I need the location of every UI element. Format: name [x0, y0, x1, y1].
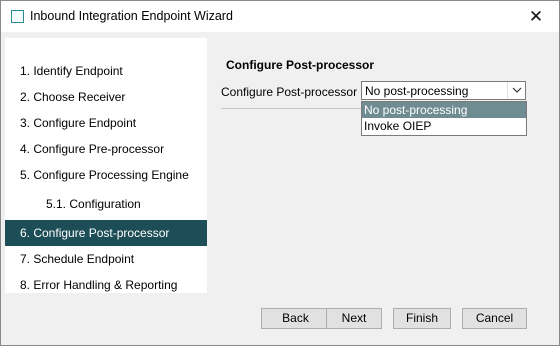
step-configuration[interactable]: 5.1. Configuration	[5, 191, 207, 217]
app-icon	[11, 10, 24, 23]
wizard-window: Inbound Integration Endpoint Wizard ✕ 1.…	[0, 0, 560, 346]
finish-button[interactable]: Finish	[393, 308, 451, 329]
back-button[interactable]: Back	[261, 308, 330, 329]
divider	[221, 108, 361, 109]
post-processor-select[interactable]: No post-processing	[361, 81, 526, 100]
post-processor-options: No post-processing Invoke OIEP	[361, 101, 527, 136]
step-identify-endpoint[interactable]: 1. Identify Endpoint	[5, 58, 207, 84]
close-icon[interactable]: ✕	[513, 1, 559, 32]
window-title: Inbound Integration Endpoint Wizard	[30, 9, 233, 23]
step-choose-receiver[interactable]: 2. Choose Receiver	[5, 84, 207, 110]
post-processor-label: Configure Post-processor	[221, 85, 358, 99]
step-content: Configure Post-processor Configure Post-…	[213, 38, 553, 293]
post-processor-select-value: No post-processing	[365, 84, 469, 98]
step-configure-pre-processor[interactable]: 4. Configure Pre-processor	[5, 136, 207, 162]
option-invoke-oiep[interactable]: Invoke OIEP	[362, 118, 526, 134]
wizard-body: 1. Identify Endpoint 2. Choose Receiver …	[1, 32, 559, 345]
step-schedule-endpoint[interactable]: 7. Schedule Endpoint	[5, 246, 207, 272]
cancel-button[interactable]: Cancel	[462, 308, 527, 329]
page-title: Configure Post-processor	[226, 58, 375, 72]
next-button[interactable]: Next	[326, 308, 382, 329]
option-no-post-processing[interactable]: No post-processing	[362, 102, 526, 118]
step-configure-processing-engine[interactable]: 5. Configure Processing Engine	[5, 162, 207, 188]
chevron-down-icon[interactable]	[507, 82, 525, 99]
step-configure-endpoint[interactable]: 3. Configure Endpoint	[5, 110, 207, 136]
step-configure-post-processor[interactable]: 6. Configure Post-processor	[5, 220, 207, 246]
title-bar: Inbound Integration Endpoint Wizard ✕	[1, 1, 559, 32]
step-error-handling-reporting[interactable]: 8. Error Handling & Reporting	[5, 272, 207, 298]
steps-sidebar: 1. Identify Endpoint 2. Choose Receiver …	[5, 38, 207, 293]
